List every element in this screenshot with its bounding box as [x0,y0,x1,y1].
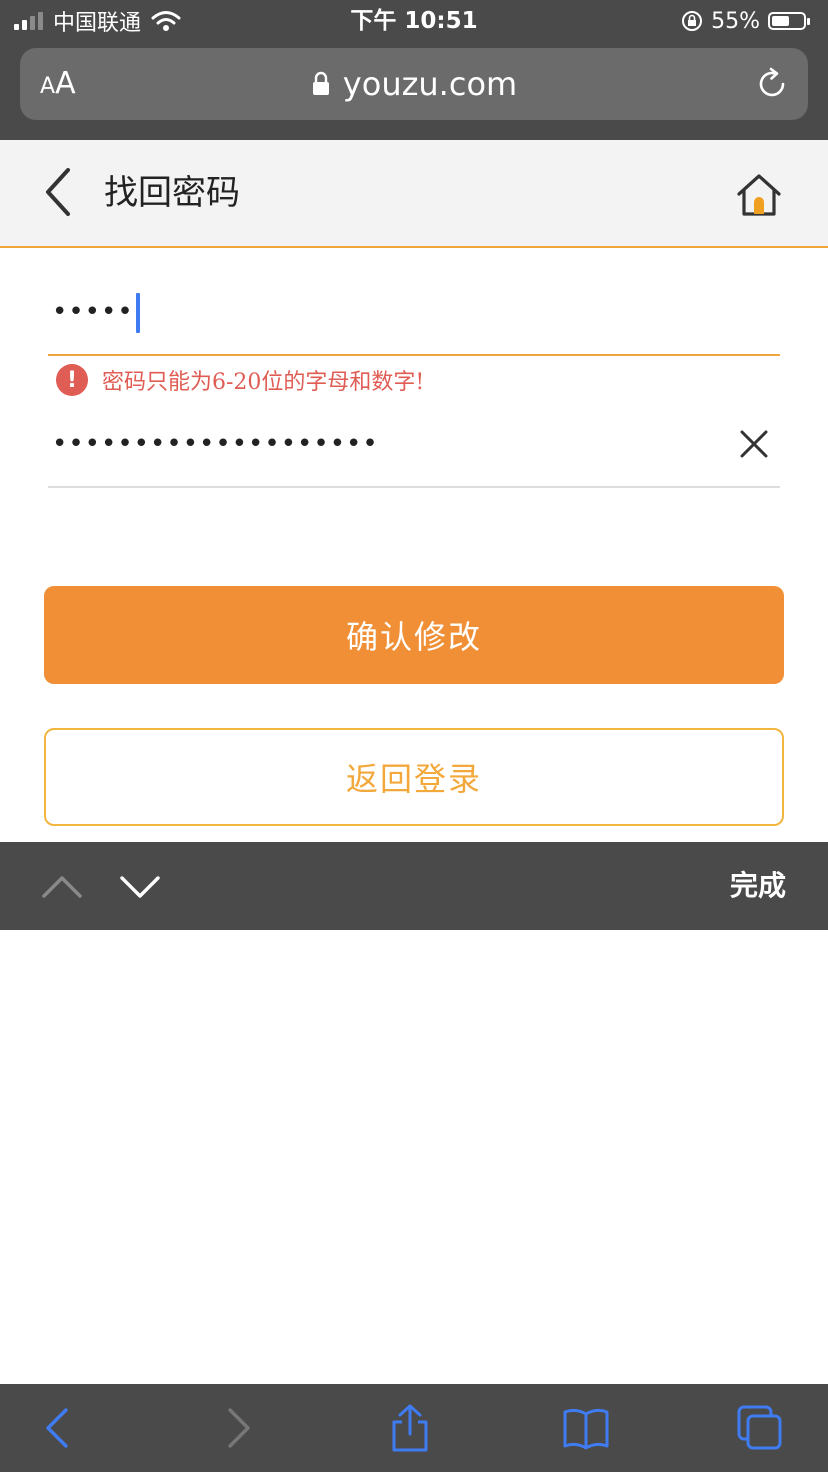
error-message-row: ! 密码只能为6-20位的字母和数字! [56,362,424,398]
new-password-field[interactable]: ••••• [48,272,780,356]
page-header: 找回密码 [0,140,828,248]
done-button[interactable]: 完成 [730,842,786,930]
status-bar: 中国联通 下午 10:51 55% [0,0,828,44]
share-icon[interactable] [386,1404,434,1452]
battery-percent: 55% [711,8,760,34]
reload-icon[interactable] [754,66,790,102]
book-icon[interactable] [562,1404,610,1452]
url-domain: youzu.com [342,65,518,103]
close-icon[interactable] [734,424,774,464]
chevron-right-icon[interactable] [214,1404,262,1452]
orientation-lock-icon [682,11,703,31]
browser-toolbar [0,1384,828,1472]
url-display[interactable]: youzu.com [20,48,808,120]
battery-icon [768,12,810,30]
text-caret [135,292,140,333]
new-password-input[interactable]: ••••• [52,272,140,352]
error-icon: ! [56,364,88,396]
back-to-login-button[interactable]: 返回登录 [44,728,784,826]
chevron-left-icon[interactable] [36,1404,84,1452]
confirm-password-input[interactable]: •••••••••••••••••••• [52,404,379,484]
browser-top-bar: 中国联通 下午 10:51 55% AA youzu.com [0,0,828,140]
page-title: 找回密码 [104,173,240,213]
status-right: 55% [681,6,810,36]
tabs-icon[interactable] [736,1404,784,1452]
chevron-left-icon[interactable] [40,164,80,220]
battery-fill [772,16,789,26]
home-icon[interactable] [734,170,784,220]
lock-icon [312,71,329,95]
chevron-up-icon[interactable] [40,866,84,906]
keyboard-accessory-bar: 完成 [0,842,828,930]
address-bar[interactable]: AA youzu.com [20,48,808,120]
confirm-password-field[interactable]: •••••••••••••••••••• [48,404,780,488]
error-message: 密码只能为6-20位的字母和数字! [102,370,425,395]
chevron-down-icon[interactable] [118,866,162,906]
confirm-change-button[interactable]: 确认修改 [44,586,784,684]
